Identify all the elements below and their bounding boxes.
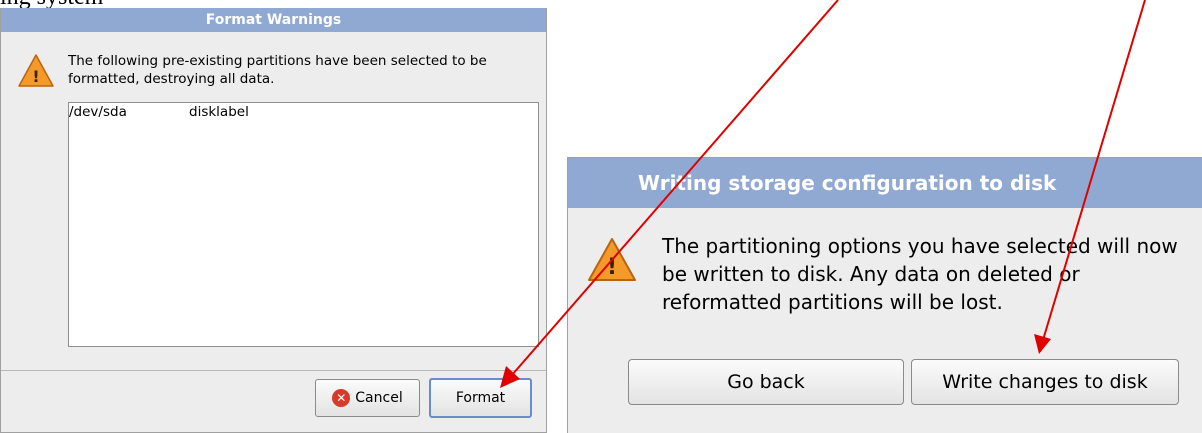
write-storage-dialog: Writing storage configuration to disk ! … xyxy=(567,157,1202,433)
go-back-button[interactable]: Go back xyxy=(628,359,904,405)
svg-text:!: ! xyxy=(32,67,39,86)
type-cell: disklabel xyxy=(189,104,249,120)
cancel-button-label: Cancel xyxy=(355,390,403,406)
format-warnings-title: Format Warnings xyxy=(1,8,546,32)
device-cell: /dev/sda xyxy=(69,104,127,120)
partition-list[interactable]: /dev/sda disklabel xyxy=(68,102,539,347)
write-changes-button[interactable]: Write changes to disk xyxy=(911,359,1179,405)
write-warning-message: The partitioning options you have select… xyxy=(662,234,1178,314)
format-button-label: Format xyxy=(455,390,506,406)
separator xyxy=(1,370,546,371)
warning-triangle-icon: ! xyxy=(18,54,54,87)
format-warnings-dialog: Format Warnings ! The following pre-exis… xyxy=(0,8,547,433)
write-storage-title: Writing storage configuration to disk xyxy=(568,158,1202,208)
warning-triangle-icon: ! xyxy=(588,238,636,281)
write-changes-button-label: Write changes to disk xyxy=(942,371,1148,393)
svg-text:!: ! xyxy=(607,255,617,280)
cancel-circle-icon: ✕ xyxy=(332,389,351,407)
go-back-button-label: Go back xyxy=(727,371,805,393)
format-button[interactable]: Format xyxy=(429,378,532,418)
format-warning-message: The following pre-existing partitions ha… xyxy=(68,53,487,87)
cancel-button[interactable]: ✕ Cancel xyxy=(315,379,420,417)
